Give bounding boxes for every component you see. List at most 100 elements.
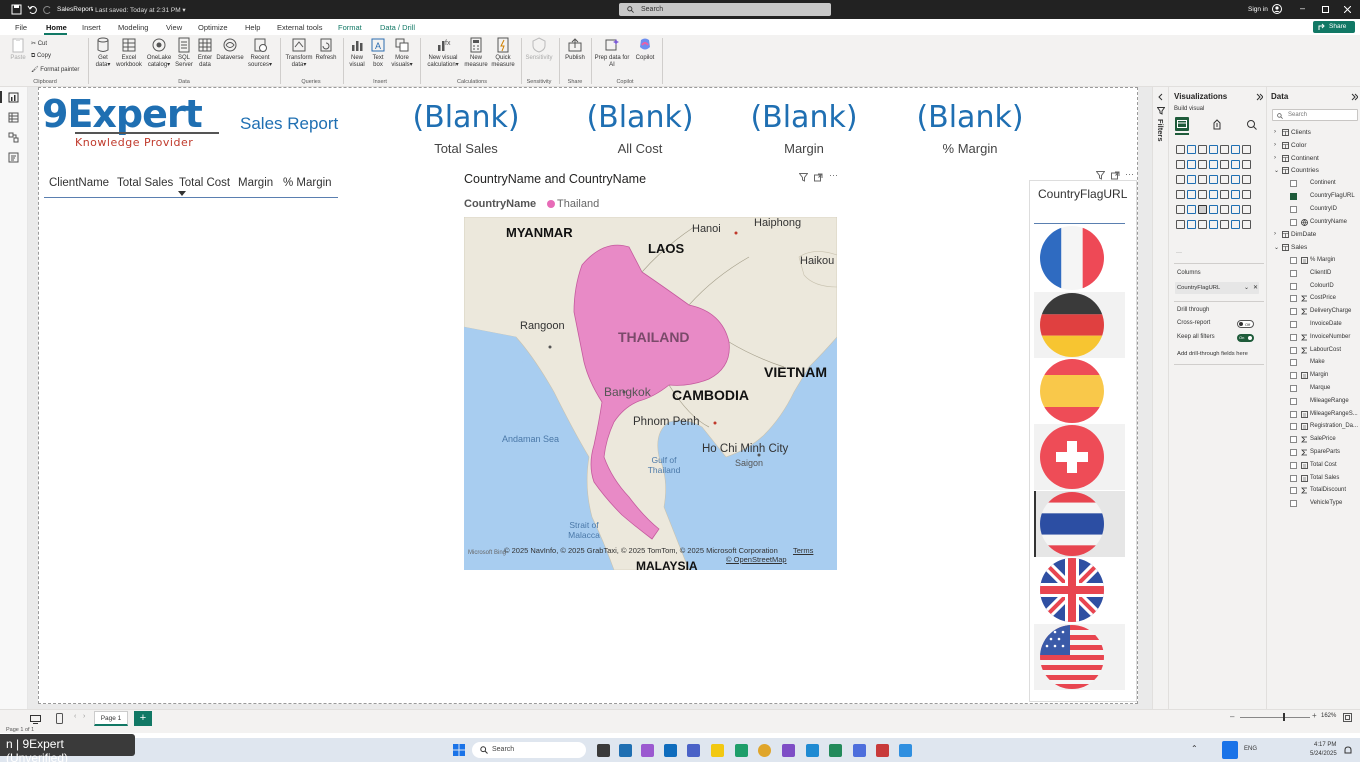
cut-button[interactable]: ✂ Cut [31,40,47,47]
search-box[interactable]: Search [619,3,831,16]
chevron-right-icon[interactable]: › [1274,142,1276,148]
power-bi-icon[interactable] [711,744,724,757]
visual-type-icon[interactable] [1176,175,1185,184]
minimize-button[interactable]: – [1300,3,1305,13]
columns-field-well[interactable]: CountryFlagURL ⌄ ✕ [1175,282,1259,294]
field-checkbox[interactable] [1290,359,1297,367]
copilot-app-icon[interactable] [641,744,654,757]
more-visuals-button[interactable]: More visuals▾ [389,37,415,69]
column-header-percent-margin[interactable]: % Margin [283,177,332,189]
cross-report-toggle[interactable]: Off [1237,320,1254,328]
country-map-visual[interactable]: CountryName and CountryName ··· CountryN… [464,170,838,570]
tab-help[interactable]: Help [245,23,260,32]
mobile-layout-icon[interactable] [56,713,63,724]
saved-status[interactable]: • Last saved: Today at 2:31 PM ▾ [91,6,186,14]
outlook-icon[interactable] [664,744,677,757]
clock-time[interactable]: 4:17 PM [1314,742,1336,748]
chevron-right-icon[interactable]: › [1274,231,1276,237]
field-checkbox[interactable] [1290,180,1297,188]
visual-type-icon[interactable] [1187,205,1196,214]
tab-data-drill[interactable]: Data / Drill [380,23,415,32]
tab-home[interactable]: Home [46,23,67,32]
kpi-card-all-cost[interactable]: (Blank) All Cost [570,100,710,156]
add-drill-through-fields[interactable]: Add drill-through fields here [1177,351,1248,357]
tab-optimize[interactable]: Optimize [198,23,228,32]
visual-type-icon[interactable] [1198,145,1207,154]
vscode-icon[interactable] [806,744,819,757]
field-checkbox[interactable] [1290,461,1297,469]
gallery-more-icon[interactable]: ··· [1176,250,1182,256]
get-data-button[interactable]: Get data▾ [92,37,114,69]
visual-type-icon[interactable] [1231,145,1240,154]
filter-icon[interactable] [1096,171,1105,180]
zoom-out-button[interactable]: – [1230,712,1234,721]
sql-server-button[interactable]: SQL Server [174,37,194,69]
filter-icon[interactable] [799,173,808,182]
visual-type-icon[interactable] [1209,190,1218,199]
visual-type-icon[interactable] [1209,220,1218,229]
field-checkbox[interactable] [1290,372,1297,380]
visual-type-icon[interactable] [1231,220,1240,229]
field-checkbox[interactable] [1290,269,1297,277]
visual-type-icon[interactable] [1198,205,1207,214]
field-checkbox[interactable] [1290,308,1297,316]
visual-type-icon[interactable] [1187,145,1196,154]
dataverse-button[interactable]: Dataverse [215,37,245,62]
field-checkbox[interactable] [1290,282,1297,290]
focus-mode-icon[interactable] [1111,171,1120,180]
tab-insert[interactable]: Insert [82,23,101,32]
save-icon[interactable] [11,4,22,15]
sort-descending-icon[interactable] [178,191,186,196]
visual-type-icon[interactable] [1187,220,1196,229]
visual-type-icon[interactable] [1242,220,1251,229]
new-measure-button[interactable]: New measure [463,37,489,69]
visual-type-icon[interactable] [1209,175,1218,184]
visual-type-icon[interactable] [1209,145,1218,154]
model-view-icon[interactable] [8,132,19,143]
remove-field-icon[interactable]: ✕ [1253,284,1258,291]
filters-pane-collapsed[interactable]: Filters [1152,87,1168,709]
chevron-down-icon[interactable]: ⌄ [1244,284,1249,291]
chrome-icon[interactable] [758,744,771,757]
close-icon[interactable] [1344,6,1351,13]
tab-file[interactable]: File [15,23,27,32]
chevron-down-icon[interactable]: ⌄ [1274,167,1279,174]
visual-type-icon[interactable] [1176,205,1185,214]
visual-type-icon[interactable] [1198,220,1207,229]
field-checkbox[interactable] [1290,257,1297,264]
publish-button[interactable]: Publish [563,37,587,62]
column-header-margin[interactable]: Margin [238,177,273,189]
task-view-icon[interactable] [597,744,610,757]
tab-external-tools[interactable]: External tools [277,23,322,32]
visual-type-icon[interactable] [1242,205,1251,214]
sign-in-link[interactable]: Sign in [1248,6,1268,13]
visual-type-icon[interactable] [1220,145,1229,154]
maximize-icon[interactable] [1322,6,1329,13]
powerpoint-icon[interactable] [876,744,889,757]
zoom-in-button[interactable]: + [1312,711,1317,720]
zoom-slider[interactable] [1240,717,1310,718]
field-checkbox[interactable] [1290,397,1297,405]
text-box-button[interactable]: A Text box [368,37,388,69]
field-checkbox[interactable] [1290,449,1297,456]
column-header-total-cost[interactable]: Total Cost [179,177,230,189]
more-options-icon[interactable]: ··· [829,170,838,180]
chevron-right-icon[interactable]: › [1274,129,1276,135]
account-icon[interactable] [1272,4,1282,14]
prep-data-ai-button[interactable]: Prep data for AI [594,37,630,69]
visual-type-icon[interactable] [1220,205,1229,214]
sensitivity-button[interactable]: Sensitivity [524,37,554,62]
field-checkbox[interactable] [1290,295,1297,303]
field-checkbox[interactable] [1290,346,1297,354]
kpi-card-percent-margin[interactable]: (Blank) % Margin [900,100,1040,156]
field-checkbox[interactable] [1290,436,1297,444]
new-visual-calculation-button[interactable]: fx New visual calculation▾ [424,37,462,69]
desktop-layout-icon[interactable] [30,715,41,724]
tab-modeling[interactable]: Modeling [118,23,148,32]
kpi-card-margin[interactable]: (Blank) Margin [734,100,874,156]
chevron-up-icon[interactable]: ⌃ [1191,744,1198,753]
paste-button[interactable]: Paste [7,37,29,62]
field-checkbox[interactable] [1290,423,1297,431]
excel-workbook-button[interactable]: Excel workbook [116,37,142,69]
field-checkbox[interactable] [1290,218,1297,226]
